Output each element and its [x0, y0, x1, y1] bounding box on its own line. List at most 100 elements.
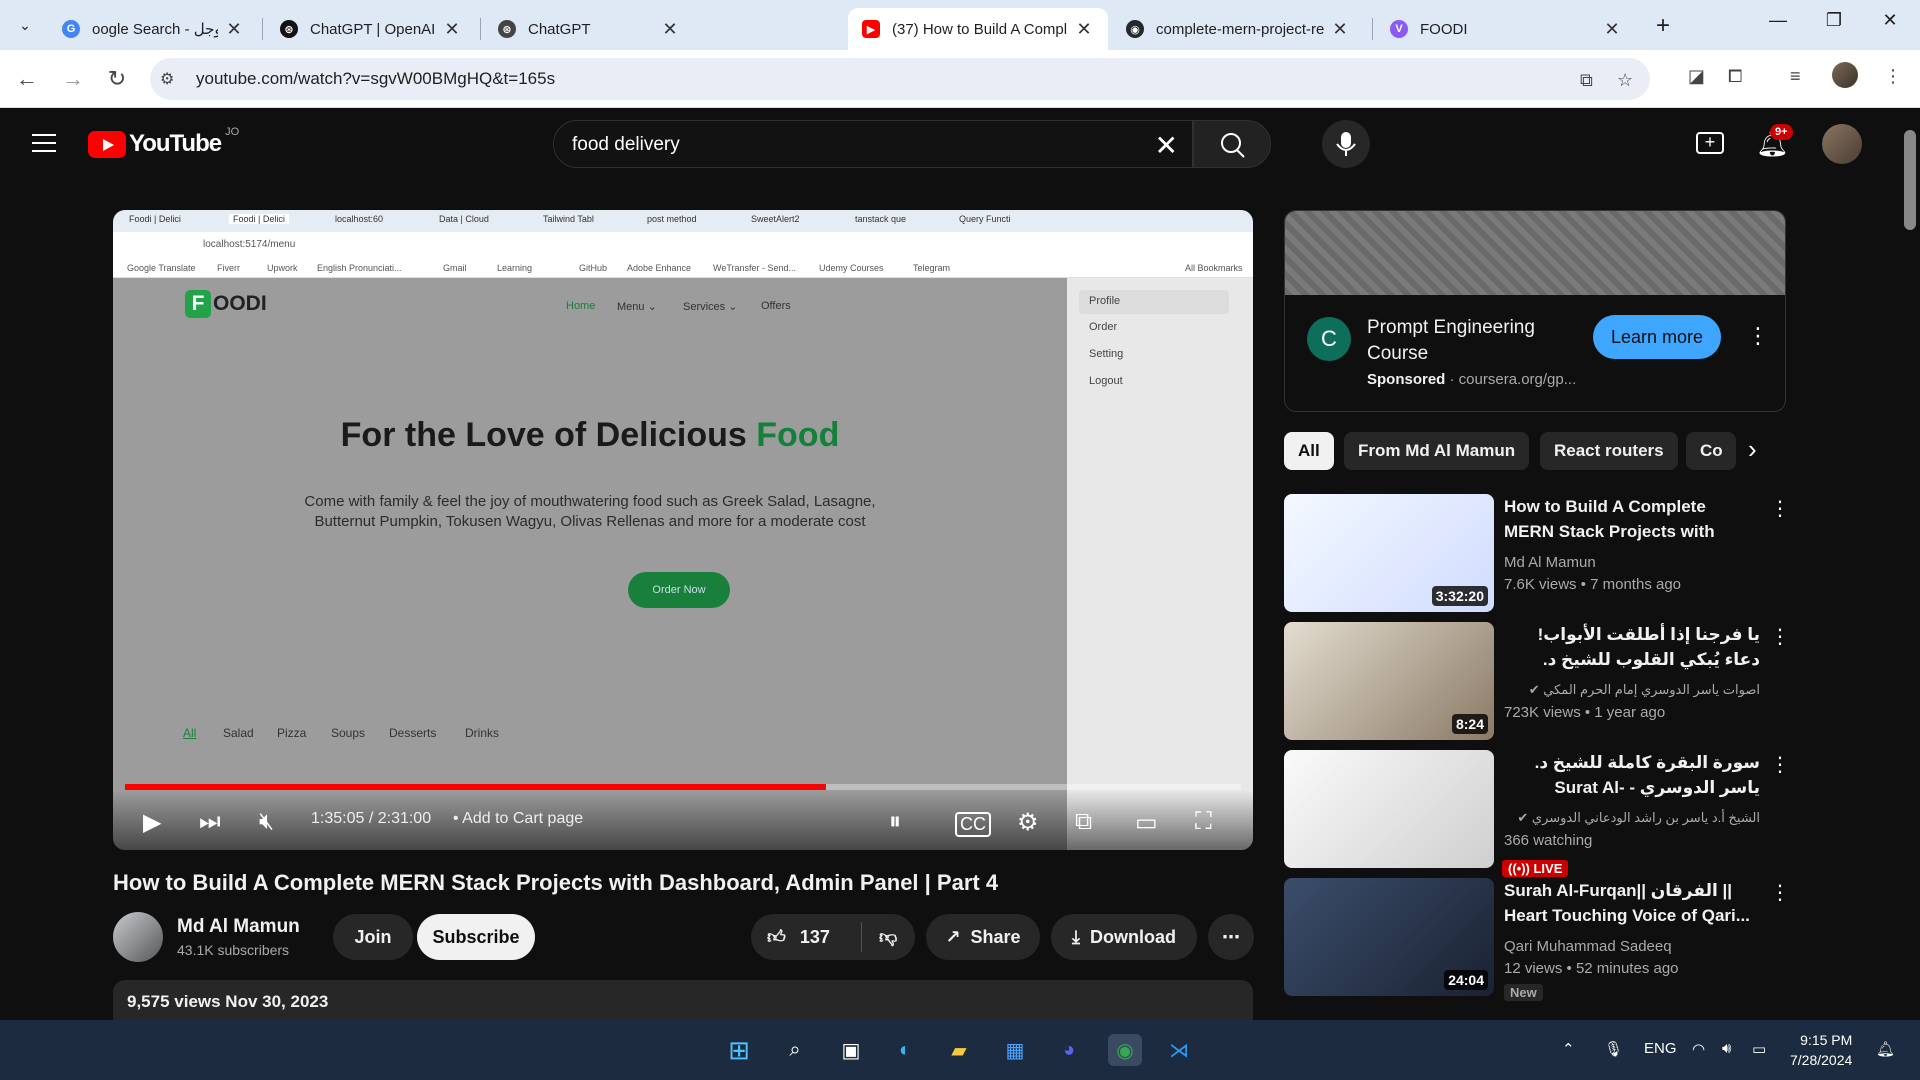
system-clock[interactable]: 9:15 PM 7/28/2024 [1790, 1030, 1852, 1070]
learn-more-button[interactable]: Learn more [1593, 315, 1721, 359]
chip-react-routers[interactable]: React routers [1540, 432, 1678, 470]
menu-icon[interactable] [32, 134, 56, 158]
vscode-icon[interactable]: ⋊ [1162, 1034, 1196, 1066]
mute-icon[interactable]: 🔇︎ [259, 808, 274, 836]
tab-search-icon[interactable]: ⌄ [10, 10, 40, 40]
extensions-puzzle-icon[interactable]: ⧠ [1728, 66, 1742, 87]
browser-tab[interactable]: G oogle Search - ترجمة جوجل ✕ [48, 8, 258, 50]
autoplay-toggle[interactable]: ⏸ [889, 808, 901, 836]
channel-avatar[interactable] [113, 912, 163, 962]
bookmark-star-icon[interactable]: ☆ [1617, 70, 1633, 91]
file-explorer-icon[interactable]: ▰ [942, 1034, 976, 1066]
recommended-video[interactable]: 3:32:20 How to Build A Complete MERN Sta… [1284, 494, 1790, 612]
recommended-video[interactable]: 8:24 يا فرجنا إذا أطلقت الأبواب! دعاء يُ… [1284, 622, 1790, 740]
extension-icon[interactable]: ◪ [1688, 66, 1705, 87]
new-tab-icon[interactable]: + [1648, 12, 1678, 40]
chevron-right-icon[interactable]: › [1748, 434, 1757, 465]
site-info-icon[interactable]: ⚙ [160, 69, 174, 89]
media-control-icon[interactable]: ≡ [1790, 66, 1801, 87]
wifi-icon[interactable]: ◠ [1692, 1040, 1705, 1058]
close-icon[interactable]: ✕ [442, 19, 462, 40]
youtube-logo[interactable]: YouTube JO [88, 126, 239, 158]
ad-menu-icon[interactable]: ⋮ [1747, 323, 1769, 349]
video-menu-icon[interactable]: ⋮ [1770, 496, 1790, 521]
play-icon[interactable]: ▶ [143, 808, 161, 837]
microphone-icon[interactable]: 🎙︎ [1604, 1040, 1623, 1058]
video-player[interactable]: Foodi | Delici Foodi | Delici localhost:… [113, 210, 1253, 850]
channel-name[interactable]: Md Al Mamun [177, 916, 300, 938]
chrome-icon[interactable]: ◉ [1108, 1034, 1142, 1066]
close-icon[interactable]: ✕ [660, 19, 680, 40]
download-button[interactable]: ⤓ Download [1051, 914, 1197, 960]
browser-tab[interactable]: ⊛ ChatGPT | OpenAI ✕ [266, 8, 476, 50]
page-scrollbar[interactable] [1900, 108, 1920, 1020]
browser-tab[interactable]: ⊛ ChatGPT ✕ [484, 8, 694, 50]
search-input[interactable]: food delivery ✕ [553, 120, 1193, 168]
task-view-icon[interactable]: ▣ [834, 1034, 868, 1066]
close-icon[interactable]: ✕ [1602, 19, 1622, 40]
url-text[interactable]: youtube.com/watch?v=sgvW00BMgHQ&t=165s [196, 69, 555, 89]
install-app-icon[interactable]: ⧉ [1580, 70, 1593, 91]
close-icon[interactable]: ✕ [1074, 19, 1094, 40]
join-button[interactable]: Join [333, 914, 413, 960]
store-icon[interactable]: ▦ [998, 1034, 1032, 1066]
more-actions-icon[interactable]: ⋯ [1208, 914, 1254, 960]
settings-gear-icon[interactable]: ⚙ [1017, 808, 1039, 837]
edge-icon[interactable]: ◐ [888, 1034, 922, 1066]
close-icon[interactable]: ✕ [224, 19, 244, 40]
forward-icon[interactable]: → [58, 64, 88, 94]
address-bar[interactable]: ⚙ youtube.com/watch?v=sgvW00BMgHQ&t=165s… [150, 58, 1650, 100]
fullscreen-icon[interactable]: ⛶ [1195, 808, 1212, 836]
like-icon[interactable]: 👍︎ [767, 926, 786, 948]
video-thumbnail[interactable] [1284, 750, 1494, 868]
video-thumbnail[interactable]: 24:04 [1284, 878, 1494, 996]
share-button[interactable]: ↗ Share [926, 914, 1040, 960]
chip-all[interactable]: All [1284, 432, 1334, 470]
recommended-video[interactable]: سورة البقرة كاملة للشيخ د. ياسر الدوسري … [1284, 750, 1790, 877]
volume-icon[interactable]: 🔊︎ [1722, 1040, 1731, 1057]
chrome-menu-icon[interactable]: ⋮ [1884, 66, 1902, 87]
search-icon[interactable]: ⌕ [778, 1034, 812, 1066]
account-avatar[interactable] [1822, 124, 1862, 164]
close-window-icon[interactable]: ✕ [1860, 10, 1920, 31]
chip-from-channel[interactable]: From Md Al Mamun [1344, 432, 1530, 470]
miniplayer-icon[interactable]: ⧉ [1075, 808, 1092, 836]
voice-search-button[interactable] [1322, 120, 1370, 168]
description-box[interactable]: 9,575 views Nov 30, 2023 [113, 980, 1253, 1020]
captions-icon[interactable]: CC [955, 812, 991, 837]
close-icon[interactable]: ✕ [1330, 19, 1350, 40]
create-video-icon[interactable]: + [1696, 132, 1724, 154]
new-badge: New [1504, 984, 1543, 1001]
recommended-video[interactable]: 24:04 Surah Al-Furqan|| الفرقان || Heart… [1284, 878, 1790, 1001]
search-button[interactable] [1193, 120, 1271, 168]
like-count[interactable]: 137 [800, 927, 830, 948]
video-thumbnail[interactable]: 8:24 [1284, 622, 1494, 740]
video-thumbnail[interactable]: 3:32:20 [1284, 494, 1494, 612]
subscribe-button[interactable]: Subscribe [417, 914, 535, 960]
chevron-up-icon[interactable]: ⌃ [1562, 1040, 1575, 1058]
browser-tab-active[interactable]: ▶ (37) How to Build A Compl ✕ [848, 8, 1108, 50]
battery-icon[interactable]: ▭ [1752, 1040, 1766, 1058]
browser-tab[interactable]: ◉ complete-mern-project-re ✕ [1112, 8, 1364, 50]
reload-icon[interactable]: ↻ [102, 64, 132, 94]
ad-title[interactable]: Prompt Engineering Course [1367, 315, 1567, 367]
sponsored-ad[interactable]: C Prompt Engineering Course Sponsored · … [1284, 210, 1786, 412]
next-icon[interactable]: ⏭ [199, 808, 221, 836]
restore-icon[interactable]: ❐ [1804, 10, 1864, 31]
minimize-icon[interactable]: — [1748, 10, 1808, 31]
profile-avatar[interactable] [1832, 62, 1858, 88]
windows-start-icon[interactable]: ⊞ [722, 1034, 756, 1066]
video-menu-icon[interactable]: ⋮ [1770, 624, 1790, 649]
theater-mode-icon[interactable]: ▭ [1135, 808, 1158, 837]
dislike-icon[interactable]: 👎︎ [879, 926, 897, 948]
back-icon[interactable]: ← [12, 64, 42, 94]
clear-search-icon[interactable]: ✕ [1155, 129, 1178, 162]
discord-icon[interactable]: ◕ [1052, 1034, 1086, 1066]
chip-more[interactable]: Co [1686, 432, 1736, 470]
browser-tab[interactable]: V FOODI ✕ [1376, 8, 1636, 50]
notification-center-icon[interactable]: 🔔︎ [1876, 1040, 1895, 1058]
language-indicator[interactable]: ENG [1644, 1040, 1677, 1057]
chapter-link[interactable]: • Add to Cart page [453, 810, 583, 828]
video-menu-icon[interactable]: ⋮ [1770, 752, 1790, 777]
video-menu-icon[interactable]: ⋮ [1770, 880, 1790, 905]
